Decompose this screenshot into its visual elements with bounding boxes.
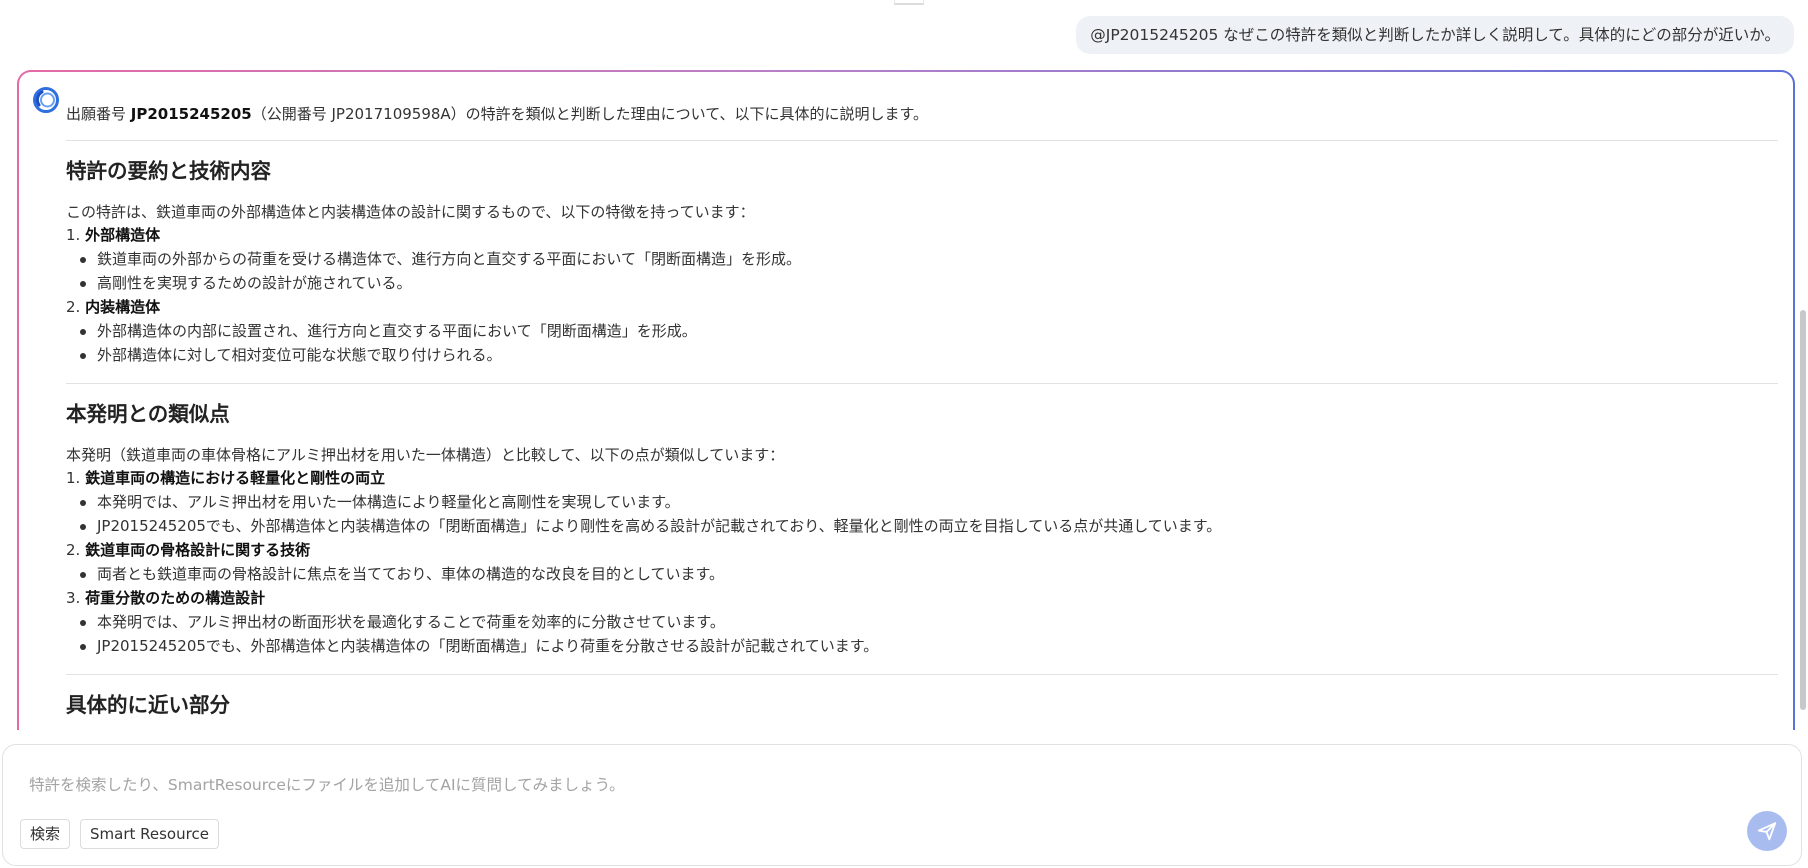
bullet-item: 高剛性を実現するための設計が施されている。	[66, 271, 1778, 295]
list-item: 1. 鉄道車両の構造における軽量化と剛性の両立	[66, 466, 1778, 490]
smart-resource-button[interactable]: Smart Resource	[80, 819, 219, 849]
section-lead: 本発明（鉄道車両の車体骨格にアルミ押出材を用いた一体構造）と比較して、以下の点が…	[66, 446, 785, 464]
list-item: 1. 外部構造体	[66, 223, 1778, 247]
bullet-item: JP2015245205でも、外部構造体と内装構造体の「閉断面構造」により荷重を…	[66, 634, 1778, 658]
list-number: 3.	[66, 589, 86, 607]
bullet-item: 外部構造体の内部に設置され、進行方向と直交する平面において「閉断面構造」を形成。	[66, 319, 1778, 343]
list-item: 2. 鉄道車両の骨格設計に関する技術	[66, 538, 1778, 562]
list-item-title: 鉄道車両の骨格設計に関する技術	[85, 541, 311, 559]
bullet-item: 外部構造体に対して相対変位可能な状態で取り付けられる。	[66, 343, 1778, 367]
answer-content: 出願番号 JP2015245205（公開番号 JP2017109598A）の特許…	[66, 104, 1778, 718]
bullet-item: JP2015245205でも、外部構造体と内装構造体の「閉断面構造」により剛性を…	[66, 514, 1778, 538]
list-item-title: 鉄道車両の構造における軽量化と剛性の両立	[85, 469, 386, 487]
list-number: 1.	[66, 469, 86, 487]
ai-answer-card: 出願番号 JP2015245205（公開番号 JP2017109598A）の特許…	[19, 72, 1793, 730]
page-scrollbar[interactable]	[1800, 310, 1806, 710]
bullet-item: 鉄道車両の外部からの荷重を受ける構造体で、進行方向と直交する平面において「閉断面…	[66, 247, 1778, 271]
send-icon	[1757, 822, 1777, 841]
search-mode-button[interactable]: 検索	[20, 819, 71, 849]
list-item: 3. 荷重分散のための構造設計	[66, 586, 1778, 610]
list-number: 2.	[66, 298, 86, 316]
bullet-item: 両者とも鉄道車両の骨格設計に焦点を当てており、車体の構造的な改良を目的としていま…	[66, 562, 1778, 586]
divider	[66, 674, 1778, 675]
list-number: 1.	[66, 226, 86, 244]
intro-suffix: （公開番号 JP2017109598A）の特許を類似と判断した理由について、以下…	[251, 105, 928, 123]
bullet-item: 本発明では、アルミ押出材を用いた一体構造により軽量化と高剛性を実現しています。	[66, 490, 1778, 514]
list-item-title: 荷重分散のための構造設計	[85, 589, 266, 607]
section-lead: この特許は、鉄道車両の外部構造体と内装構造体の設計に関するもので、以下の特徴を持…	[66, 203, 755, 221]
send-button[interactable]	[1747, 811, 1787, 851]
answer-intro: 出願番号 JP2015245205（公開番号 JP2017109598A）の特許…	[66, 104, 1778, 124]
section-heading: 特許の要約と技術内容	[66, 159, 271, 183]
user-message-text: @JP2015245205 なぜこの特許を類似と判断したか詳しく説明して。具体的…	[1090, 26, 1780, 44]
intro-prefix: 出願番号	[66, 105, 131, 123]
user-message-bubble: @JP2015245205 なぜこの特許を類似と判断したか詳しく説明して。具体的…	[1076, 16, 1794, 54]
section-heading: 具体的に近い部分	[66, 693, 230, 717]
list-item: 2. 内装構造体	[66, 295, 1778, 319]
ai-logo-icon	[33, 87, 59, 113]
divider	[66, 383, 1778, 384]
list-number: 2.	[66, 541, 86, 559]
list-item-title: 外部構造体	[85, 226, 161, 244]
divider	[66, 140, 1778, 141]
drag-handle[interactable]	[894, 0, 924, 5]
bullet-item: 本発明では、アルミ押出材の断面形状を最適化することで荷重を効率的に分散させていま…	[66, 610, 1778, 634]
section-heading: 本発明との類似点	[66, 402, 230, 426]
chat-composer: 検索 Smart Resource	[2, 744, 1802, 866]
ai-answer-card-border: 出願番号 JP2015245205（公開番号 JP2017109598A）の特許…	[17, 70, 1795, 730]
chat-input[interactable]	[27, 775, 1527, 795]
intro-application-number: JP2015245205	[130, 105, 252, 123]
list-item-title: 内装構造体	[85, 298, 161, 316]
